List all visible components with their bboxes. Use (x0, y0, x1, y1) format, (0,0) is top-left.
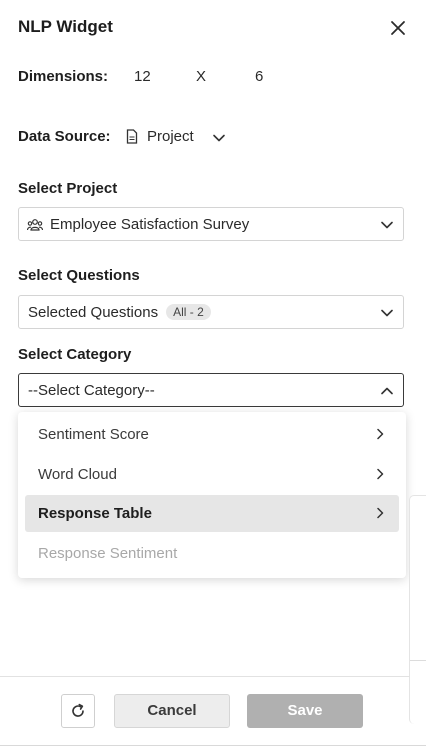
data-source-label: Data Source: (18, 128, 111, 145)
select-category-label: Select Category (18, 346, 132, 363)
category-option-sentiment-score[interactable]: Sentiment Score (25, 416, 399, 453)
category-option-response-sentiment: Response Sentiment (25, 535, 399, 572)
chevron-right-icon (377, 507, 384, 519)
option-label: Sentiment Score (38, 426, 149, 443)
category-dropdown-menu: Sentiment Score Word Cloud Response Tabl… (18, 412, 406, 578)
chevron-up-icon (381, 387, 393, 395)
submenu-panel (409, 495, 426, 724)
chevron-down-icon (213, 134, 225, 142)
dimensions-label: Dimensions: (18, 68, 109, 85)
chevron-right-icon (377, 468, 384, 480)
select-project-label: Select Project (18, 180, 118, 197)
questions-select-text: Selected Questions (28, 304, 159, 321)
document-icon (126, 129, 138, 144)
questions-select[interactable]: Selected Questions All - 2 (18, 295, 404, 329)
refresh-icon (72, 703, 84, 717)
option-label: Response Sentiment (38, 545, 178, 562)
option-label: Word Cloud (38, 466, 117, 483)
footer-divider (0, 676, 410, 677)
option-label: Response Table (38, 505, 152, 522)
project-select-value: Employee Satisfaction Survey (50, 216, 250, 233)
questions-select-value: Selected Questions All - 2 (28, 304, 211, 321)
close-icon[interactable] (388, 18, 408, 38)
widget-title: NLP Widget (18, 17, 113, 36)
chevron-down-icon (381, 309, 393, 317)
category-select-placeholder: --Select Category-- (28, 382, 155, 399)
category-select[interactable]: --Select Category-- (18, 373, 404, 407)
category-option-response-table[interactable]: Response Table (25, 495, 399, 532)
dimension-height[interactable]: 6 (255, 68, 263, 85)
category-option-word-cloud[interactable]: Word Cloud (25, 456, 399, 493)
refresh-button[interactable] (61, 694, 95, 728)
chevron-down-icon (381, 221, 393, 229)
data-source-value: Project (147, 128, 194, 145)
data-source-select[interactable]: Project (126, 128, 232, 148)
people-group-icon (27, 219, 43, 231)
cancel-button[interactable]: Cancel (114, 694, 230, 728)
project-select[interactable]: Employee Satisfaction Survey (18, 207, 404, 241)
dimension-width[interactable]: 12 (134, 68, 151, 85)
save-button[interactable]: Save (247, 694, 363, 728)
dimension-separator: X (196, 68, 207, 85)
submenu-divider (410, 660, 426, 661)
bottom-edge (0, 745, 426, 746)
chevron-right-icon (377, 428, 384, 440)
questions-count-badge: All - 2 (166, 304, 211, 320)
select-questions-label: Select Questions (18, 267, 140, 284)
